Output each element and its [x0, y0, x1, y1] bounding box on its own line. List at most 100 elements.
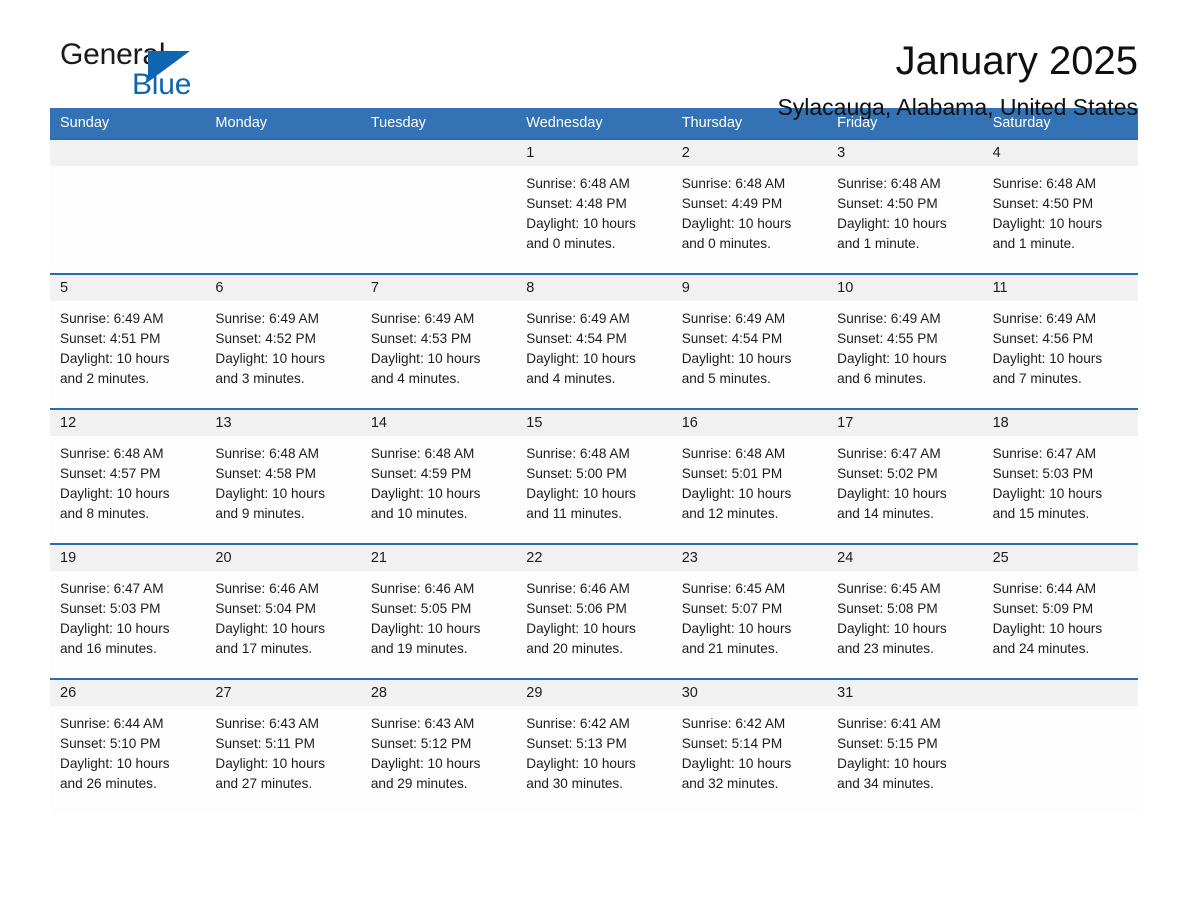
- day-cell[interactable]: 24 Sunrise: 6:45 AM Sunset: 5:08 PM Dayl…: [827, 545, 983, 678]
- day-cell[interactable]: 18 Sunrise: 6:47 AM Sunset: 5:03 PM Dayl…: [982, 410, 1138, 543]
- day-number: 31: [827, 680, 983, 706]
- day-cell[interactable]: 15 Sunrise: 6:48 AM Sunset: 5:00 PM Dayl…: [516, 410, 672, 543]
- day-number: 6: [205, 275, 361, 301]
- day-details: Sunrise: 6:48 AM Sunset: 4:58 PM Dayligh…: [205, 436, 360, 524]
- day-cell[interactable]: 6 Sunrise: 6:49 AM Sunset: 4:52 PM Dayli…: [205, 275, 361, 408]
- sunrise-text: Sunrise: 6:46 AM: [526, 581, 630, 596]
- sunset-text: Sunset: 5:10 PM: [60, 736, 161, 751]
- day-cell[interactable]: 19 Sunrise: 6:47 AM Sunset: 5:03 PM Dayl…: [50, 545, 206, 678]
- day-cell[interactable]: 20 Sunrise: 6:46 AM Sunset: 5:04 PM Dayl…: [205, 545, 361, 678]
- day-cell[interactable]: 31 Sunrise: 6:41 AM Sunset: 5:15 PM Dayl…: [827, 680, 983, 813]
- day-number: 10: [827, 275, 983, 301]
- sunset-text: Sunset: 4:55 PM: [837, 331, 938, 346]
- day-cell[interactable]: 27 Sunrise: 6:43 AM Sunset: 5:11 PM Dayl…: [205, 680, 361, 813]
- day-cell[interactable]: 7 Sunrise: 6:49 AM Sunset: 4:53 PM Dayli…: [360, 275, 517, 408]
- daylight-text: Daylight: 10 hours and 0 minutes.: [681, 216, 792, 251]
- day-number: 23: [671, 545, 828, 571]
- day-number: 2: [671, 140, 828, 166]
- day-cell[interactable]: 1 Sunrise: 6:48 AM Sunset: 4:48 PM Dayli…: [516, 140, 672, 273]
- day-details: Sunrise: 6:49 AM Sunset: 4:51 PM Dayligh…: [50, 301, 205, 389]
- sunset-text: Sunset: 4:57 PM: [60, 466, 161, 481]
- weekday-wednesday: Wednesday: [526, 115, 603, 131]
- day-cell[interactable]: 8 Sunrise: 6:49 AM Sunset: 4:54 PM Dayli…: [516, 275, 672, 408]
- day-cell[interactable]: 25 Sunrise: 6:44 AM Sunset: 5:09 PM Dayl…: [982, 545, 1138, 678]
- day-details: [205, 166, 360, 174]
- calendar-page: General Blue January 2025 Sylacauga, Ala…: [0, 0, 1188, 918]
- generalblue-logo[interactable]: General Blue: [50, 38, 280, 108]
- weekday-sunday: Sunday: [60, 115, 110, 131]
- day-details: Sunrise: 6:49 AM Sunset: 4:56 PM Dayligh…: [983, 301, 1138, 389]
- week-row: 26 Sunrise: 6:44 AM Sunset: 5:10 PM Dayl…: [50, 678, 1138, 813]
- sunset-text: Sunset: 4:54 PM: [526, 331, 627, 346]
- day-details: Sunrise: 6:44 AM Sunset: 5:10 PM Dayligh…: [50, 706, 205, 794]
- day-details: Sunrise: 6:48 AM Sunset: 4:50 PM Dayligh…: [983, 166, 1138, 254]
- day-cell[interactable]: 17 Sunrise: 6:47 AM Sunset: 5:02 PM Dayl…: [827, 410, 983, 543]
- day-number: 26: [50, 680, 206, 706]
- sunrise-text: Sunrise: 6:49 AM: [526, 311, 630, 326]
- day-cell[interactable]: 5 Sunrise: 6:49 AM Sunset: 4:51 PM Dayli…: [50, 275, 206, 408]
- weekday-thursday: Thursday: [681, 115, 743, 131]
- day-details: [361, 166, 516, 174]
- day-number: 16: [671, 410, 828, 436]
- day-cell[interactable]: 28 Sunrise: 6:43 AM Sunset: 5:12 PM Dayl…: [360, 680, 517, 813]
- day-cell[interactable]: 14 Sunrise: 6:48 AM Sunset: 4:59 PM Dayl…: [360, 410, 517, 543]
- sunset-text: Sunset: 4:49 PM: [681, 196, 783, 211]
- day-cell[interactable]: 29 Sunrise: 6:42 AM Sunset: 5:13 PM Dayl…: [516, 680, 672, 813]
- day-number: 4: [982, 140, 1138, 166]
- day-details: Sunrise: 6:42 AM Sunset: 5:14 PM Dayligh…: [672, 706, 827, 794]
- day-number: 7: [360, 275, 517, 301]
- sunset-text: Sunset: 5:15 PM: [837, 736, 938, 751]
- day-cell[interactable]: 2 Sunrise: 6:48 AM Sunset: 4:49 PM Dayli…: [671, 140, 828, 273]
- page-title: January 2025: [895, 39, 1138, 83]
- sunrise-text: Sunrise: 6:48 AM: [370, 446, 475, 461]
- day-cell[interactable]: 22 Sunrise: 6:46 AM Sunset: 5:06 PM Dayl…: [516, 545, 672, 678]
- sunset-text: Sunset: 5:00 PM: [526, 466, 627, 481]
- sunset-text: Sunset: 5:01 PM: [681, 466, 783, 481]
- day-number: [205, 140, 361, 166]
- day-details: Sunrise: 6:49 AM Sunset: 4:54 PM Dayligh…: [516, 301, 671, 389]
- week-row: 19 Sunrise: 6:47 AM Sunset: 5:03 PM Dayl…: [50, 543, 1138, 678]
- day-number: 8: [516, 275, 672, 301]
- sunset-text: Sunset: 5:06 PM: [526, 601, 627, 616]
- day-cell: [360, 140, 517, 273]
- day-cell[interactable]: 9 Sunrise: 6:49 AM Sunset: 4:54 PM Dayli…: [671, 275, 828, 408]
- day-details: [50, 166, 205, 174]
- day-cell[interactable]: 11 Sunrise: 6:49 AM Sunset: 4:56 PM Dayl…: [982, 275, 1138, 408]
- day-number: 25: [982, 545, 1138, 571]
- daylight-text: Daylight: 10 hours and 4 minutes.: [370, 351, 481, 386]
- daylight-text: Daylight: 10 hours and 11 minutes.: [526, 486, 636, 521]
- sunrise-text: Sunrise: 6:49 AM: [681, 311, 786, 326]
- day-number: 13: [205, 410, 361, 436]
- sunset-text: Sunset: 5:09 PM: [992, 601, 1094, 616]
- weekday-friday: Friday: [837, 115, 878, 131]
- sunset-text: Sunset: 4:52 PM: [215, 331, 316, 346]
- day-cell[interactable]: 12 Sunrise: 6:48 AM Sunset: 4:57 PM Dayl…: [50, 410, 206, 543]
- sunrise-text: Sunrise: 6:42 AM: [681, 716, 786, 731]
- day-details: [983, 706, 1138, 714]
- day-number: 30: [671, 680, 828, 706]
- day-cell[interactable]: 10 Sunrise: 6:49 AM Sunset: 4:55 PM Dayl…: [827, 275, 983, 408]
- day-number: 24: [827, 545, 983, 571]
- day-cell[interactable]: 30 Sunrise: 6:42 AM Sunset: 5:14 PM Dayl…: [671, 680, 828, 813]
- sunset-text: Sunset: 5:08 PM: [837, 601, 938, 616]
- day-cell[interactable]: 26 Sunrise: 6:44 AM Sunset: 5:10 PM Dayl…: [50, 680, 206, 813]
- sunset-text: Sunset: 4:59 PM: [370, 466, 472, 481]
- sunset-text: Sunset: 4:50 PM: [992, 196, 1094, 211]
- sunrise-text: Sunrise: 6:49 AM: [215, 311, 319, 326]
- sunrise-text: Sunrise: 6:46 AM: [215, 581, 319, 596]
- daylight-text: Daylight: 10 hours and 12 minutes.: [681, 486, 792, 521]
- day-cell[interactable]: 21 Sunrise: 6:46 AM Sunset: 5:05 PM Dayl…: [360, 545, 517, 678]
- day-cell[interactable]: 13 Sunrise: 6:48 AM Sunset: 4:58 PM Dayl…: [205, 410, 361, 543]
- day-number: 11: [982, 275, 1138, 301]
- day-cell[interactable]: 16 Sunrise: 6:48 AM Sunset: 5:01 PM Dayl…: [671, 410, 828, 543]
- day-cell[interactable]: 3 Sunrise: 6:48 AM Sunset: 4:50 PM Dayli…: [827, 140, 983, 273]
- day-details: Sunrise: 6:48 AM Sunset: 4:50 PM Dayligh…: [827, 166, 982, 254]
- sunrise-text: Sunrise: 6:46 AM: [370, 581, 475, 596]
- daylight-text: Daylight: 10 hours and 20 minutes.: [526, 621, 636, 656]
- sunrise-text: Sunrise: 6:47 AM: [837, 446, 941, 461]
- day-cell[interactable]: 4 Sunrise: 6:48 AM Sunset: 4:50 PM Dayli…: [982, 140, 1138, 273]
- day-number: 18: [982, 410, 1138, 436]
- day-cell[interactable]: 23 Sunrise: 6:45 AM Sunset: 5:07 PM Dayl…: [671, 545, 828, 678]
- day-number: 9: [671, 275, 828, 301]
- day-number: 5: [50, 275, 206, 301]
